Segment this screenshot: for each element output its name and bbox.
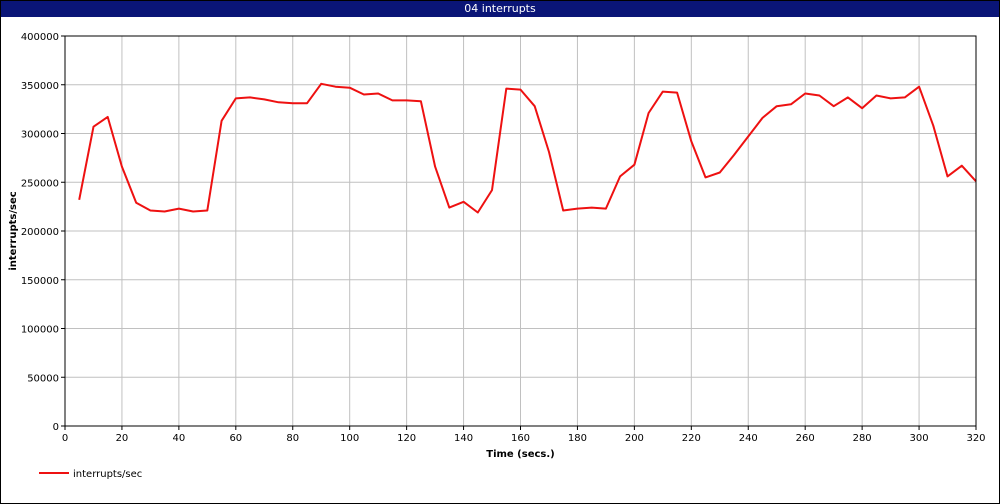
data-point (505, 88, 507, 90)
data-point (733, 154, 735, 156)
x-tick-label: 160 (511, 433, 530, 444)
y-tick-label: 350000 (21, 81, 59, 92)
x-tick-label: 60 (229, 433, 242, 444)
x-tick-label: 100 (340, 433, 359, 444)
x-tick-label: 240 (739, 433, 758, 444)
data-point (534, 105, 536, 107)
data-point (804, 93, 806, 95)
series-line (78, 82, 977, 214)
data-point (263, 98, 265, 100)
data-point (690, 140, 692, 142)
data-point (847, 96, 849, 98)
data-point (292, 102, 294, 104)
x-tick-label: 300 (910, 433, 929, 444)
data-point (605, 208, 607, 210)
data-point (790, 103, 792, 105)
y-tick-label: 250000 (21, 178, 59, 189)
data-point (107, 116, 109, 118)
data-point (135, 202, 137, 204)
legend-label: interrupts/sec (73, 469, 142, 480)
data-point (93, 126, 95, 128)
x-tick-label: 280 (853, 433, 872, 444)
data-point (192, 211, 194, 213)
data-point (747, 135, 749, 137)
data-point (121, 166, 123, 168)
x-tick-label: 180 (568, 433, 587, 444)
y-tick-label: 100000 (21, 325, 59, 336)
data-point (776, 105, 778, 107)
data-point (235, 97, 237, 99)
x-tick-label: 80 (286, 433, 299, 444)
data-point (947, 175, 949, 177)
data-point (221, 120, 223, 122)
data-point (904, 96, 906, 98)
x-tick-label: 320 (966, 433, 985, 444)
chart-window: 04 interrupts 0 20 40 60 80 100 120 140 160 180 20… (0, 0, 1000, 504)
data-point (875, 95, 877, 97)
data-point (576, 208, 578, 210)
data-point (448, 207, 450, 209)
data-point (562, 210, 564, 212)
data-point (391, 99, 393, 101)
axis-ticks: 0 20 40 60 80 100 120 140 160 180 200 220 240 260 280 3… (21, 32, 986, 444)
chart-canvas: 0 20 40 60 80 100 120 140 160 180 200 220 240 260 280 3… (8, 32, 986, 480)
data-point (377, 93, 379, 95)
x-tick-label: 0 (62, 433, 68, 444)
data-point (206, 210, 208, 212)
data-point (591, 207, 593, 209)
data-point (306, 102, 308, 104)
x-axis-label: Time (secs.) (486, 449, 555, 460)
data-point (520, 89, 522, 91)
y-tick-label: 150000 (21, 276, 59, 287)
data-point (932, 125, 934, 127)
y-axis-label: interrupts/sec (8, 191, 19, 270)
y-tick-label: 0 (53, 422, 59, 433)
data-point (463, 201, 465, 203)
data-point (719, 172, 721, 174)
data-point (278, 101, 280, 103)
data-point (164, 211, 166, 213)
x-tick-label: 120 (397, 433, 416, 444)
data-point (149, 210, 151, 212)
y-tick-label: 200000 (21, 227, 59, 238)
data-point (420, 100, 422, 102)
data-point (676, 92, 678, 94)
data-point (662, 91, 664, 93)
data-point (178, 208, 180, 210)
data-point (818, 95, 820, 97)
data-point (762, 117, 764, 119)
data-point (633, 164, 635, 166)
x-tick-label: 260 (796, 433, 815, 444)
y-tick-label: 300000 (21, 130, 59, 141)
data-point (619, 175, 621, 177)
data-point (918, 86, 920, 88)
data-point (249, 96, 251, 98)
data-point (406, 99, 408, 101)
data-point (349, 87, 351, 89)
grid (64, 35, 977, 427)
x-tick-label: 40 (173, 433, 186, 444)
legend: interrupts/sec (39, 469, 142, 480)
x-tick-label: 200 (625, 433, 644, 444)
data-point (705, 176, 707, 178)
data-point (335, 86, 337, 88)
data-point (491, 189, 493, 191)
data-point (861, 107, 863, 109)
data-point (477, 212, 479, 214)
data-point (961, 165, 963, 167)
x-tick-label: 220 (682, 433, 701, 444)
data-point (833, 105, 835, 107)
data-point (890, 97, 892, 99)
x-tick-label: 20 (116, 433, 129, 444)
data-point (548, 151, 550, 153)
data-point (434, 166, 436, 168)
x-tick-label: 140 (454, 433, 473, 444)
data-point (363, 94, 365, 96)
data-point (648, 112, 650, 114)
data-point (78, 199, 80, 201)
data-point (320, 83, 322, 85)
series-layer (78, 82, 977, 214)
y-tick-label: 400000 (21, 32, 59, 43)
y-tick-label: 50000 (27, 373, 59, 384)
